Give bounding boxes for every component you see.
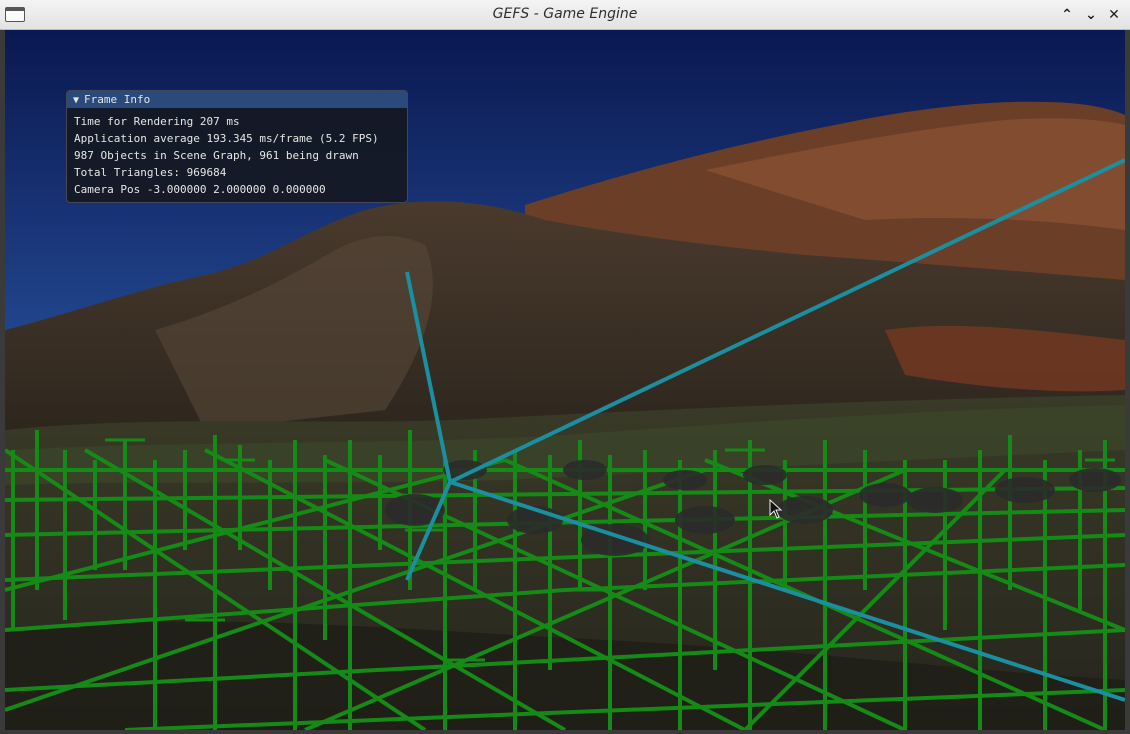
frame-info-header[interactable]: ▼ Frame Info	[67, 91, 407, 108]
triangle-count-text: Total Triangles: 969684	[74, 166, 227, 179]
close-icon[interactable]: ✕	[1105, 5, 1123, 25]
frame-info-body: Time for Rendering 207 ms Application av…	[67, 108, 407, 198]
window-title: GEFS - Game Engine	[492, 6, 638, 22]
chevron-up-icon[interactable]: ⌃	[1058, 5, 1076, 25]
title-bar[interactable]: GEFS - Game Engine ⌃ ⌄ ✕	[0, 0, 1130, 30]
chevron-down-icon[interactable]: ⌄	[1082, 5, 1100, 25]
fps-text: Application average 193.345 ms/frame (5.…	[74, 132, 379, 145]
render-time-text: Time for Rendering 207 ms	[74, 115, 240, 128]
camera-pos-text: Camera Pos -3.000000 2.000000 0.000000	[74, 183, 326, 196]
object-count-text: 987 Objects in Scene Graph, 961 being dr…	[74, 149, 359, 162]
game-window: GEFS - Game Engine ⌃ ⌄ ✕ ▼ Frame Info Ti…	[0, 0, 1130, 734]
collapse-triangle-icon[interactable]: ▼	[73, 95, 79, 106]
frame-info-panel[interactable]: ▼ Frame Info Time for Rendering 207 ms Ap…	[66, 90, 408, 203]
frame-info-title: Frame Info	[84, 93, 151, 106]
mouse-cursor-icon	[769, 499, 783, 519]
